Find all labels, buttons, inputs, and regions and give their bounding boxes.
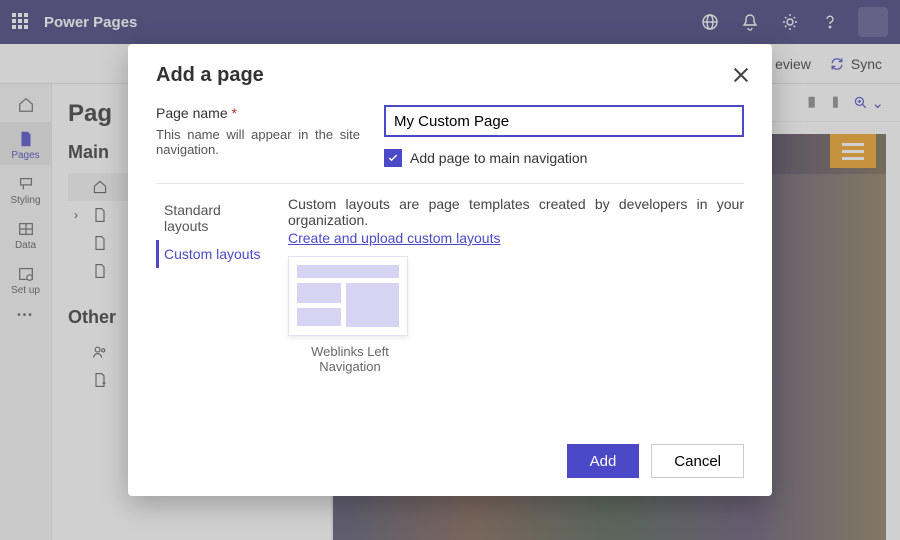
layout-card-weblinks[interactable]: Weblinks Left Navigation	[288, 256, 412, 374]
page-name-label: Page name *	[156, 105, 237, 121]
divider	[156, 183, 744, 184]
modal-title: Add a page	[156, 64, 744, 87]
custom-layout-desc: Custom layouts are page templates create…	[288, 196, 744, 228]
add-to-nav-checkbox[interactable]	[384, 149, 402, 167]
add-page-modal: Add a page Page name * This name will ap…	[128, 44, 772, 496]
cancel-button[interactable]: Cancel	[651, 444, 744, 478]
page-name-input[interactable]	[384, 105, 744, 137]
page-name-help: This name will appear in the site naviga…	[156, 127, 360, 157]
tab-standard-layouts[interactable]: Standard layouts	[156, 196, 276, 240]
layout-tabs: Standard layouts Custom layouts	[156, 196, 276, 374]
layout-thumb	[288, 256, 408, 336]
layout-card-label: Weblinks Left Navigation	[288, 344, 412, 374]
create-upload-link[interactable]: Create and upload custom layouts	[288, 230, 500, 246]
add-to-nav-label: Add page to main navigation	[410, 150, 587, 166]
tab-custom-layouts[interactable]: Custom layouts	[156, 240, 276, 268]
add-button[interactable]: Add	[567, 444, 640, 478]
close-button[interactable]	[732, 66, 750, 84]
check-icon	[387, 152, 399, 164]
